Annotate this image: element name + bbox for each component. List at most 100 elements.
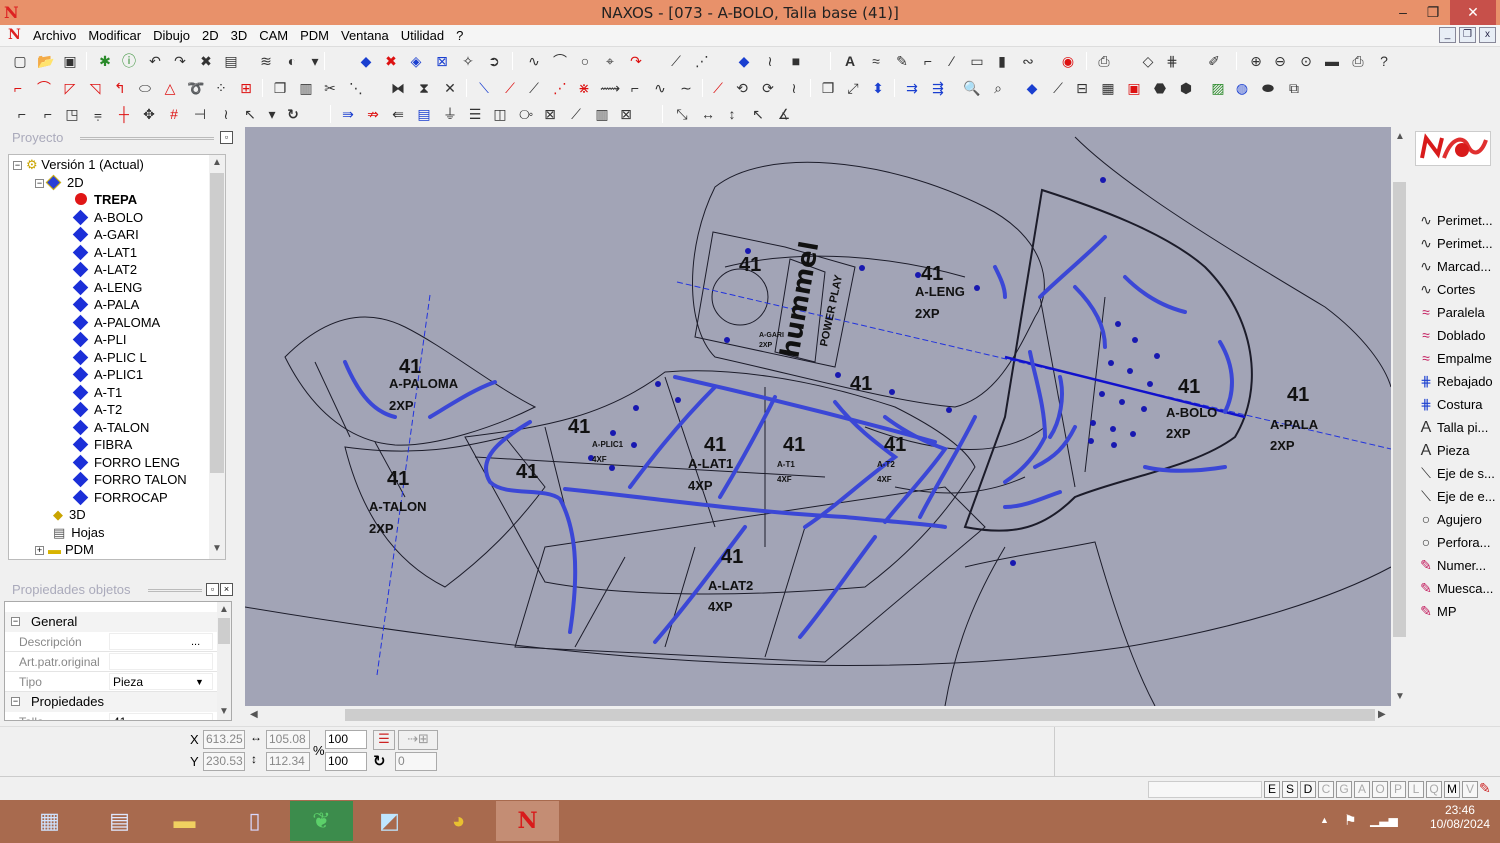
naxos-taskbar-icon[interactable]: N xyxy=(496,801,559,841)
calculator-icon[interactable]: ▦ xyxy=(18,801,81,841)
page-icon[interactable]: ◳ xyxy=(62,104,82,124)
tool-pieza[interactable]: A Pieza xyxy=(1412,439,1496,462)
zoom-tool-icon[interactable]: 🔍 xyxy=(962,78,982,98)
tool-empalme[interactable]: ≈ Empalme xyxy=(1412,347,1496,370)
maximize-button[interactable]: ❐ xyxy=(1418,0,1448,25)
export-icon[interactable]: ➲ xyxy=(484,51,504,71)
tree-root[interactable]: − ⚙ Versión 1 (Actual) xyxy=(13,156,144,174)
wave2-icon[interactable]: ∿ xyxy=(650,78,670,98)
menu-ventana[interactable]: Ventana xyxy=(341,28,397,43)
prop-category-general[interactable]: − General xyxy=(5,612,217,632)
diag-measure-icon[interactable]: ⤡ xyxy=(672,104,692,124)
y-coordinate-field[interactable]: 230.53 xyxy=(203,752,245,771)
grid-icon[interactable]: ⊞ xyxy=(236,78,256,98)
tree-item-a-gari[interactable]: A-GARI xyxy=(72,226,139,244)
file-folder-icon[interactable]: ▬ xyxy=(153,801,216,841)
line-tool-icon[interactable]: ⟋ xyxy=(666,51,686,71)
dropdown-arrow2-icon[interactable]: ▾ xyxy=(262,104,282,124)
tree-scrollbar[interactable]: ▲ ▼ xyxy=(209,155,225,559)
tree-item-a-pala[interactable]: A-PALA xyxy=(72,296,139,314)
status-tool-icon[interactable]: ✎ xyxy=(1479,780,1491,797)
menu-dibujo[interactable]: Dibujo xyxy=(153,28,198,43)
pen-tool-icon[interactable]: ✎ xyxy=(892,51,912,71)
table-icon[interactable]: ☰ xyxy=(465,104,485,124)
tree-item-a-paloma[interactable]: A-PALOMA xyxy=(72,314,160,332)
piece-tab-icon[interactable]: ▦ xyxy=(1098,78,1118,98)
zigzag-icon[interactable]: ≈ xyxy=(866,51,886,71)
minimize-button[interactable]: – xyxy=(1388,0,1418,25)
tool-mp[interactable]: ✎ MP xyxy=(1412,600,1496,623)
status-c[interactable]: C xyxy=(1318,781,1334,798)
prop-category-propiedades[interactable]: − Propiedades xyxy=(5,692,217,712)
redo-icon[interactable]: ↷ xyxy=(170,51,190,71)
clock[interactable]: 23:46 10/08/2024 xyxy=(1430,803,1490,831)
expand-icon[interactable]: + xyxy=(35,546,44,555)
scroll-down-icon[interactable]: ▼ xyxy=(1395,691,1405,702)
checkbox-icon[interactable]: ⊠ xyxy=(540,104,560,124)
menu-archivo[interactable]: Archivo xyxy=(33,28,84,43)
edge-icon[interactable]: ⌐ xyxy=(12,104,32,124)
fill-tool-icon[interactable]: ■ xyxy=(786,51,806,71)
piece-move-icon[interactable]: ◆ xyxy=(1022,78,1042,98)
round-corner-icon[interactable]: ⌒ xyxy=(34,78,54,98)
status-m[interactable]: M xyxy=(1444,781,1460,798)
scale-x-field[interactable]: 100 xyxy=(325,730,367,749)
tree-item-forro-leng[interactable]: FORRO LENG xyxy=(72,454,180,472)
image-icon[interactable]: ▨ xyxy=(1208,78,1228,98)
seam-tool-icon[interactable]: ⋕ xyxy=(1162,51,1182,71)
apply-transform-icon[interactable]: ⇢⊞ xyxy=(398,730,438,750)
duplicate-icon[interactable]: ❐ xyxy=(270,78,290,98)
tool-paralela[interactable]: ≈ Paralela xyxy=(1412,301,1496,324)
grade-icon[interactable]: ✧ xyxy=(458,51,478,71)
step-icon[interactable]: ⌐ xyxy=(625,78,645,98)
frame-icon[interactable]: ▥ xyxy=(592,104,612,124)
delete-icon[interactable]: ✖ xyxy=(196,51,216,71)
tool-doblado[interactable]: ≈ Doblado xyxy=(1412,324,1496,347)
chrome-icon[interactable]: ◕ xyxy=(427,801,490,841)
shapes-icon[interactable]: ⧉ xyxy=(1284,78,1304,98)
x-frame-icon[interactable]: ⊠ xyxy=(616,104,636,124)
mix-icon[interactable]: ⧂ xyxy=(516,104,536,124)
book-app-icon[interactable]: ▯ xyxy=(223,801,286,841)
flag-icon[interactable]: ⚑ xyxy=(1344,812,1357,829)
move-piece-icon[interactable]: ◆ xyxy=(356,51,376,71)
canvas-vertical-scrollbar[interactable]: ▲ ▼ xyxy=(1391,127,1408,706)
scissors-icon[interactable]: ✂ xyxy=(320,78,340,98)
connect-icon[interactable]: ⟋ xyxy=(566,104,586,124)
menu-utilidad[interactable]: Utilidad xyxy=(401,28,452,43)
up-down-icon[interactable]: ⬍ xyxy=(868,78,888,98)
status-l[interactable]: L xyxy=(1408,781,1424,798)
tree-item-fibra[interactable]: FIBRA xyxy=(72,436,132,454)
mirror-icon[interactable]: ⧓ xyxy=(388,78,408,98)
scroll-up-icon[interactable]: ▲ xyxy=(1395,131,1405,142)
tree-item-a-plic-l[interactable]: A-PLIC L xyxy=(72,349,147,367)
scale-y-field[interactable]: 100 xyxy=(325,752,367,771)
tree-node-3d[interactable]: ◆ 3D xyxy=(53,506,86,524)
ellipsis-button[interactable]: ... xyxy=(191,632,200,652)
panel-pin-icon[interactable]: ▫ xyxy=(206,583,219,596)
tree-node-pdm[interactable]: + ▬ PDM xyxy=(35,541,94,559)
tree-item-a-t2[interactable]: A-T2 xyxy=(72,401,122,419)
curve-tool-icon[interactable]: ∿ xyxy=(524,51,544,71)
tool-eje-simetria[interactable]: ⟍ Eje de s... xyxy=(1412,462,1496,485)
columns-icon[interactable]: ◫ xyxy=(490,104,510,124)
tool-perimetro-1[interactable]: ∿ Perimet... xyxy=(1412,209,1496,232)
offset-icon[interactable]: ⟿ xyxy=(600,78,620,98)
mdi-close-button[interactable]: x xyxy=(1479,27,1496,43)
eraser-icon[interactable]: ⬬ xyxy=(1258,78,1278,98)
chamfer-icon[interactable]: ◸ xyxy=(60,78,80,98)
piece-window-icon[interactable]: ▣ xyxy=(1124,78,1144,98)
tree-item-a-lat1[interactable]: A-LAT1 xyxy=(72,244,137,262)
leaf-app-icon[interactable]: ❦ xyxy=(290,801,353,841)
close-button[interactable]: ✕ xyxy=(1450,0,1496,25)
line-red-icon[interactable]: ⟋ xyxy=(500,78,520,98)
globe-icon[interactable]: ◍ xyxy=(1232,78,1252,98)
dimension-icon[interactable]: ⩦ xyxy=(88,104,108,124)
status-v[interactable]: V xyxy=(1462,781,1478,798)
refresh-icon[interactable]: ↻ xyxy=(283,104,303,124)
angle-icon[interactable]: ∡ xyxy=(774,104,794,124)
cross-icon[interactable]: ✕ xyxy=(440,78,460,98)
scale-icon[interactable]: ⤢ xyxy=(843,78,863,98)
target-icon[interactable]: ◉ xyxy=(1058,51,1078,71)
tree-item-a-plic1[interactable]: A-PLIC1 xyxy=(72,366,143,384)
